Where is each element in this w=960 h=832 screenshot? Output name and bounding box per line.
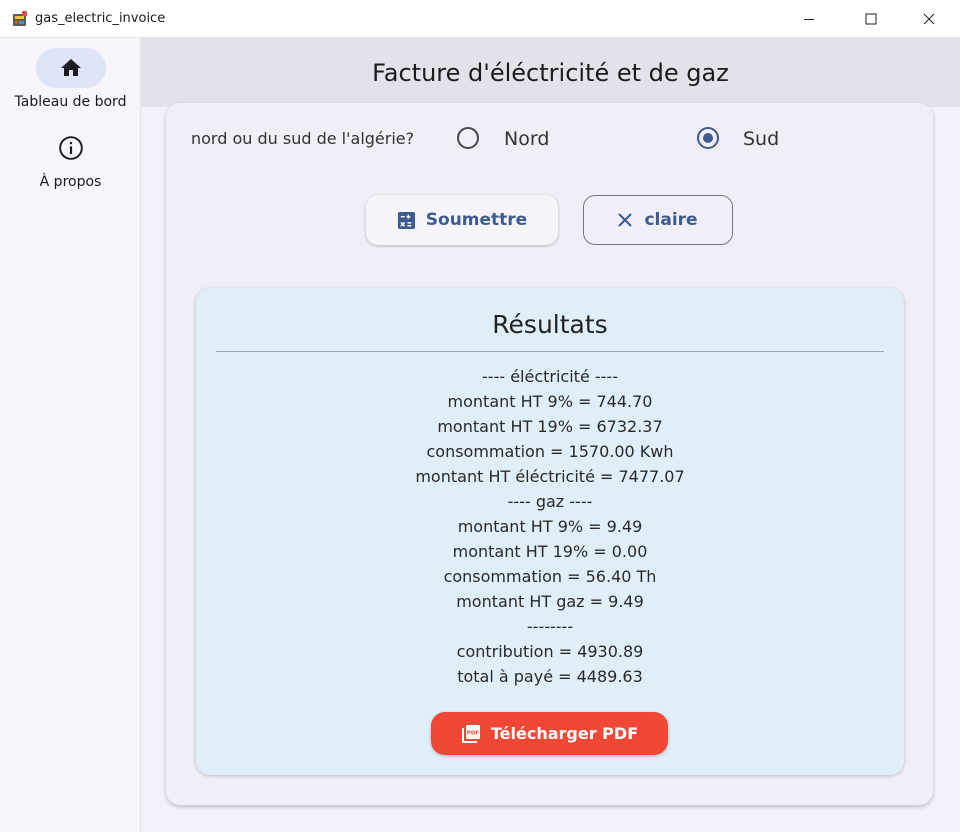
result-line-gas-header: ---- gaz ---- <box>507 492 593 511</box>
submit-button-label: Soumettre <box>425 210 528 230</box>
result-line-total-paid: total à payé = 4489.63 <box>457 667 643 686</box>
results-list: ---- éléctricité ---- montant HT 9% = 74… <box>196 364 904 689</box>
result-line-electricity-ht19: montant HT 19% = 6732.37 <box>437 417 663 436</box>
app-bar: Facture d'éléctricité et de gaz <box>141 38 960 107</box>
result-line-gas-total: montant HT gaz = 9.49 <box>456 592 644 611</box>
page-title: Facture d'éléctricité et de gaz <box>372 58 729 87</box>
results-divider <box>216 351 884 352</box>
close-x-icon <box>618 213 633 227</box>
home-icon <box>60 59 81 76</box>
calculator-icon <box>397 211 415 229</box>
radio-sud[interactable] <box>697 127 719 149</box>
result-line-electricity-ht9: montant HT 9% = 744.70 <box>447 392 653 411</box>
main-content: nord ou du sud de l'algérie? Nord Sud So… <box>141 103 960 832</box>
nav-item-about-indicator <box>36 128 106 168</box>
close-icon <box>923 13 935 25</box>
minimize-button[interactable] <box>786 0 832 38</box>
minimize-icon <box>804 19 814 20</box>
radio-sud-label[interactable]: Sud <box>743 128 779 150</box>
radio-sud-selected-dot <box>703 133 713 143</box>
download-pdf-button[interactable]: PDF Télécharger PDF <box>431 712 668 755</box>
result-line-gas-ht19: montant HT 19% = 0.00 <box>452 542 648 561</box>
clear-button[interactable]: claire <box>583 195 733 245</box>
result-line-gas-consumption: consommation = 56.40 Th <box>443 567 657 586</box>
maximize-icon <box>865 13 877 25</box>
info-icon <box>58 136 83 160</box>
nav-item-dashboard-label: Tableau de bord <box>14 94 127 110</box>
result-line-electricity-header: ---- éléctricité ---- <box>482 367 618 386</box>
submit-button[interactable]: Soumettre <box>366 195 558 245</box>
results-title: Résultats <box>492 310 608 339</box>
result-line-electricity-consumption: consommation = 1570.00 Kwh <box>426 442 674 461</box>
window-title: gas_electric_invoice <box>35 11 166 26</box>
nav-item-dashboard[interactable]: Tableau de bord <box>0 48 141 110</box>
download-pdf-button-label: Télécharger PDF <box>490 724 639 743</box>
navigation-rail: Tableau de bord À propos <box>0 38 141 832</box>
maximize-button[interactable] <box>848 0 894 38</box>
result-line-electricity-total: montant HT éléctricité = 7477.07 <box>415 467 685 486</box>
window-title-bar: gas_electric_invoice <box>0 0 960 38</box>
clear-button-label: claire <box>644 210 698 230</box>
nav-item-dashboard-indicator <box>35 48 106 88</box>
close-button[interactable] <box>906 0 952 38</box>
radio-nord-label[interactable]: Nord <box>504 128 549 150</box>
result-line-separator: -------- <box>526 617 574 636</box>
result-line-contribution: contribution = 4930.89 <box>456 642 644 661</box>
invoice-form-card: nord ou du sud de l'algérie? Nord Sud So… <box>166 103 933 805</box>
result-line-gas-ht9: montant HT 9% = 9.49 <box>457 517 643 536</box>
app-icon <box>13 11 27 26</box>
nav-item-about-label: À propos <box>39 174 102 190</box>
results-card: Résultats ---- éléctricité ---- montant … <box>196 288 904 775</box>
region-question: nord ou du sud de l'algérie? <box>191 129 415 148</box>
svg-text:PDF: PDF <box>467 730 480 736</box>
pdf-icon: PDF <box>461 724 480 743</box>
nav-item-about[interactable]: À propos <box>0 128 141 190</box>
radio-nord[interactable] <box>457 127 479 149</box>
